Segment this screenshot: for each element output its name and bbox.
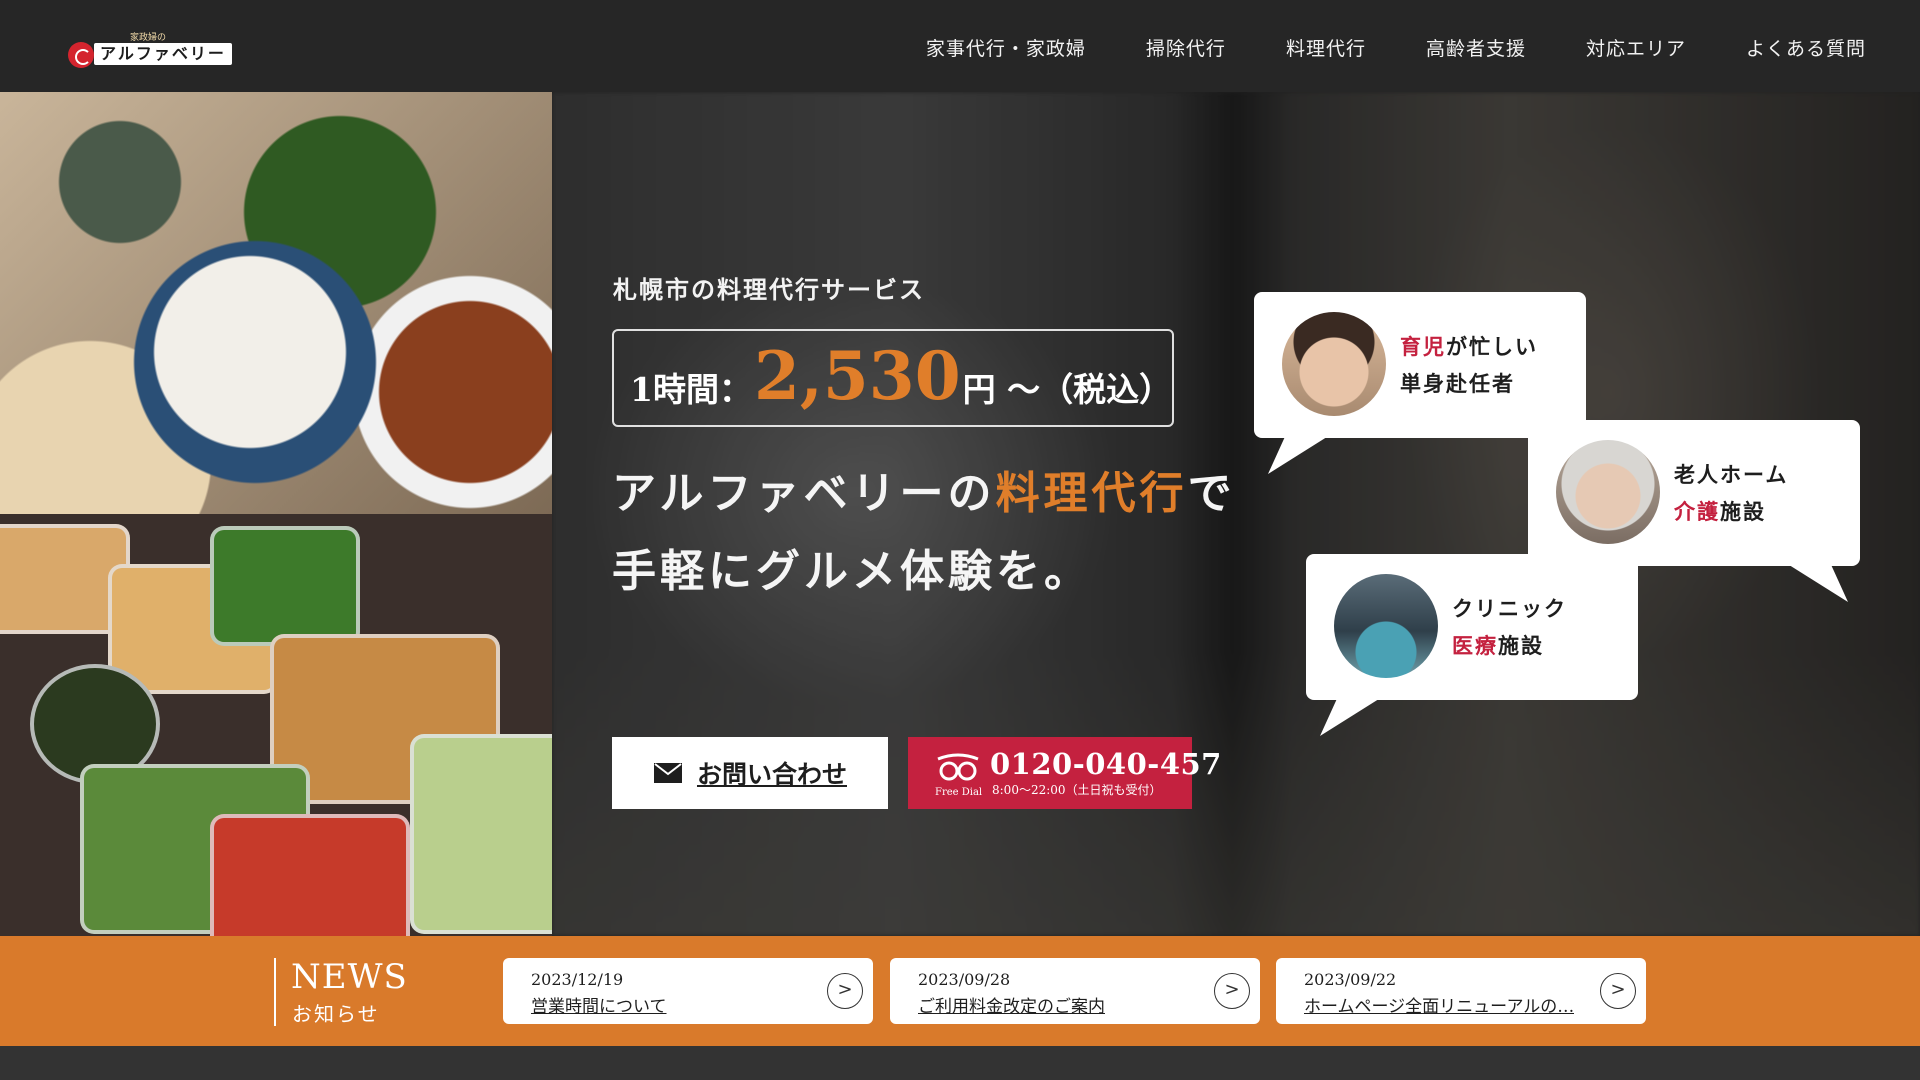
price-box: 1時間： 2,530 円 ～（税込） (612, 329, 1174, 427)
food-photo-bowls (0, 92, 552, 514)
nav-housework[interactable]: 家事代行・家政婦 (926, 34, 1086, 61)
bubble-accent: 医療 (1452, 633, 1498, 658)
bubble-accent: 育児 (1400, 334, 1446, 359)
bubble-text: 老人ホーム 介護施設 (1674, 456, 1788, 530)
headline-line1-post: で (1187, 468, 1236, 519)
bubble-tail (1320, 692, 1390, 736)
main-nav: 家事代行・家政婦 掃除代行 料理代行 高齢者支援 対応エリア よくある質問 (866, 34, 1866, 61)
free-dial-button[interactable]: Free Dial 0120-040-457 8:00～22:00（土日祝も受付… (908, 737, 1221, 809)
logo-wordmark: アルファベリー (94, 43, 232, 65)
logo-tagline: 家政婦の (130, 33, 167, 43)
logo[interactable]: 家政婦の アルファベリー (68, 30, 240, 68)
bubble-line: 単身赴任者 (1400, 371, 1515, 396)
phone-number: 0120-040-457 (990, 747, 1222, 781)
hero-section: 札幌市の料理代行サービス 1時間： 2,530 円 ～（税込） アルファベリーの… (0, 92, 1920, 936)
headline-line1-pre: アルファベリーの (612, 468, 996, 519)
nav-faq[interactable]: よくある質問 (1746, 34, 1866, 61)
bubble-line: 老人ホーム (1674, 462, 1789, 487)
free-dial-label: Free Dial (935, 787, 983, 798)
logo-mark-icon (68, 42, 94, 68)
news-card[interactable]: 2023/09/22 ホームページ全面リニューアルの… > (1276, 958, 1646, 1024)
news-title: NEWS (291, 957, 408, 997)
site-header: 家政婦の アルファベリー 家事代行・家政婦 掃除代行 料理代行 高齢者支援 対応… (0, 0, 1920, 92)
avatar-clinic-room (1334, 574, 1438, 678)
bubble-line: 施設 (1720, 499, 1766, 524)
bubble-text: クリニック 医療施設 (1452, 590, 1567, 664)
news-divider (274, 958, 276, 1026)
free-dial-icon (937, 753, 979, 781)
bubble-text: 育児が忙しい 単身赴任者 (1400, 328, 1538, 402)
target-bubble-nursing: 老人ホーム 介護施設 (1528, 420, 1860, 602)
chevron-right-icon: > (827, 973, 863, 1009)
target-bubble-clinic: クリニック 医療施設 (1306, 554, 1638, 736)
price-suffix: 円 ～（税込） (962, 370, 1173, 409)
phone-hours: 8:00～22:00（土日祝も受付） (992, 783, 1162, 797)
target-bubble-childcare: 育児が忙しい 単身赴任者 (1254, 292, 1586, 474)
contact-button-label: お問い合わせ (696, 760, 847, 789)
bubble-line: が忙しい (1446, 334, 1538, 359)
avatar-child (1282, 312, 1386, 416)
price-label: 1時間： (630, 370, 752, 409)
bubble-line: クリニック (1452, 596, 1567, 621)
bubble-tail (1778, 558, 1848, 602)
news-link-text: ご利用料金改定のご案内 (918, 997, 1105, 1017)
news-subtitle: お知らせ (292, 1002, 380, 1026)
news-card[interactable]: 2023/09/28 ご利用料金改定のご案内 > (890, 958, 1260, 1024)
footer-strip (0, 1046, 1920, 1080)
news-bar: NEWS お知らせ 2023/12/19 営業時間について > 2023/09/… (0, 936, 1920, 1046)
news-date: 2023/12/19 (531, 970, 624, 989)
news-card[interactable]: 2023/12/19 営業時間について > (503, 958, 873, 1024)
contact-button[interactable]: お問い合わせ (612, 737, 888, 809)
news-date: 2023/09/28 (918, 970, 1011, 989)
news-link-text: ホームページ全面リニューアルの… (1304, 997, 1575, 1017)
news-link-text: 営業時間について (531, 997, 667, 1017)
chevron-right-icon: > (1214, 973, 1250, 1009)
bubble-line: 施設 (1498, 633, 1544, 658)
nav-service-area[interactable]: 対応エリア (1586, 34, 1686, 61)
price-value: 2,530 (753, 337, 961, 415)
bubble-tail (1268, 430, 1338, 474)
nav-elderly-support[interactable]: 高齢者支援 (1426, 34, 1526, 61)
headline-line2: 手軽にグルメ体験を。 (612, 546, 1092, 597)
food-photo-containers (0, 514, 552, 936)
mail-icon (653, 763, 682, 783)
nav-cooking[interactable]: 料理代行 (1286, 34, 1366, 61)
avatar-elderly-woman (1556, 440, 1660, 544)
bubble-accent: 介護 (1674, 499, 1720, 524)
service-subtitle: 札幌市の料理代行サービス (613, 275, 925, 304)
news-date: 2023/09/22 (1304, 970, 1397, 989)
headline-accent: 料理代行 (995, 468, 1188, 519)
chevron-right-icon: > (1600, 973, 1636, 1009)
hero-headline: アルファベリーの料理代行で 手軽にグルメ体験を。 (612, 455, 1236, 611)
nav-cleaning[interactable]: 掃除代行 (1146, 34, 1226, 61)
